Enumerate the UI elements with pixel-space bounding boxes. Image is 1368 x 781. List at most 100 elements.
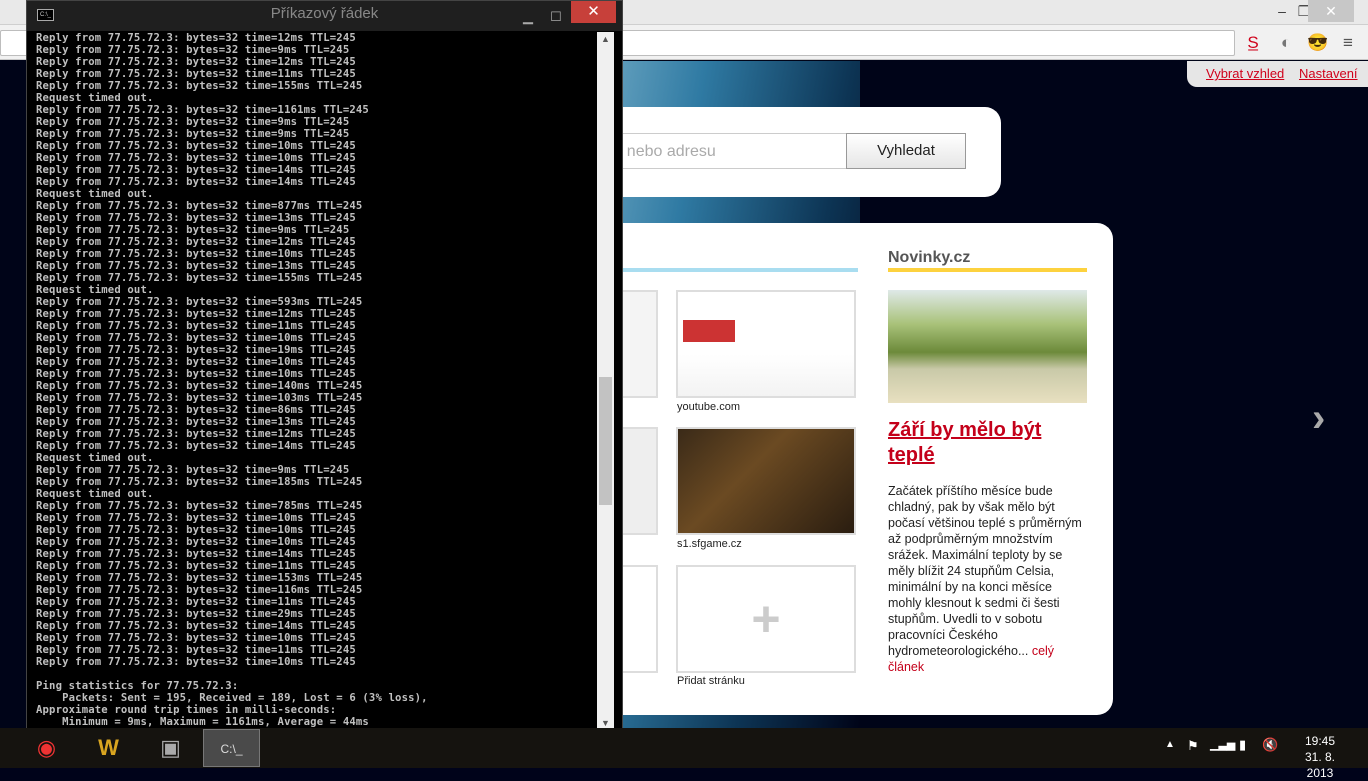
menu-icon[interactable]: ≡	[1338, 33, 1358, 53]
speed-dial-panel: youtube.com s1.sfgame.cz + Přidat stránk…	[560, 223, 1113, 715]
tile-sfgame[interactable]	[676, 427, 856, 535]
section-divider	[620, 268, 858, 272]
console-line: Reply from 77.75.72.3: bytes=32 time=10m…	[36, 140, 356, 152]
extension-s-icon[interactable]: S̲	[1243, 33, 1263, 53]
console-line: Reply from 77.75.72.3: bytes=32 time=14m…	[36, 176, 356, 188]
scroll-down-icon[interactable]: ▼	[597, 718, 614, 728]
scrollbar-thumb[interactable]	[599, 377, 612, 505]
cmd-taskbar-icon[interactable]: C:\_	[203, 729, 260, 767]
console-line: Reply from 77.75.72.3: bytes=32 time=9ms…	[36, 224, 350, 236]
console-line: Reply from 77.75.72.3: bytes=32 time=13m…	[36, 212, 356, 224]
console-line: Packets: Sent = 195, Received = 189, Los…	[36, 692, 428, 704]
maximize-button[interactable]: ☐	[543, 4, 569, 24]
console-line: Reply from 77.75.72.3: bytes=32 time=9ms…	[36, 128, 350, 140]
taskbar: ◉ W ▣ C:\_ ▲ ⚑ ▁▃▅ ▮ 🔇 19:45 31. 8. 2013	[0, 728, 1368, 780]
command-prompt-window: C:\_ Příkazový řádek ▁ ☐ ✕ Reply from 77…	[26, 0, 623, 738]
console-line: Reply from 77.75.72.3: bytes=32 time=10m…	[36, 152, 356, 164]
volume-muted-icon[interactable]: 🔇	[1262, 737, 1278, 753]
scrollbar[interactable]: ▲ ▼	[597, 32, 614, 730]
clock[interactable]: 19:45 31. 8. 2013	[1290, 733, 1350, 781]
console-line: Reply from 77.75.72.3: bytes=32 time=29m…	[36, 608, 356, 620]
console-line: Reply from 77.75.72.3: bytes=32 time=140…	[36, 380, 363, 392]
console-line: Reply from 77.75.72.3: bytes=32 time=116…	[36, 584, 363, 596]
console-line: Reply from 77.75.72.3: bytes=32 time=11m…	[36, 644, 356, 656]
plus-icon: +	[751, 591, 781, 647]
console-line: Reply from 77.75.72.3: bytes=32 time=10m…	[36, 356, 356, 368]
console-line: Reply from 77.75.72.3: bytes=32 time=14m…	[36, 164, 356, 176]
settings-link[interactable]: Nastavení	[1299, 66, 1358, 81]
console-line: Reply from 77.75.72.3: bytes=32 time=103…	[36, 392, 363, 404]
thumbnail-image	[683, 320, 735, 342]
extension-a-icon[interactable]: ◐	[1276, 33, 1296, 53]
console-line: Request timed out.	[36, 284, 154, 296]
console-output[interactable]: Reply from 77.75.72.3: bytes=32 time=12m…	[36, 32, 596, 732]
news-headline[interactable]: Září by mělo být teplé	[888, 418, 1088, 468]
news-source: Novinky.cz	[888, 249, 971, 266]
console-line: Minimum = 9ms, Maximum = 1161ms, Average…	[36, 716, 369, 728]
news-divider	[888, 268, 1087, 272]
console-line: Reply from 77.75.72.3: bytes=32 time=10m…	[36, 656, 356, 668]
next-arrow-icon[interactable]: ›	[1312, 396, 1325, 441]
tile-thumbnail[interactable]	[620, 290, 658, 398]
battery-icon[interactable]: ▮	[1239, 737, 1246, 753]
console-line: Reply from 77.75.72.3: bytes=32 time=11m…	[36, 68, 356, 80]
console-line: Reply from 77.75.72.3: bytes=32 time=12m…	[36, 56, 356, 68]
console-line: Reply from 77.75.72.3: bytes=32 time=10m…	[36, 524, 356, 536]
console-line: Reply from 77.75.72.3: bytes=32 time=10m…	[36, 536, 356, 548]
console-line: Request timed out.	[36, 92, 154, 104]
close-button[interactable]: ✕	[571, 1, 616, 23]
tile-label: youtube.com	[677, 401, 740, 413]
close-button[interactable]: ✕	[1308, 0, 1354, 22]
time: 19:45	[1304, 734, 1336, 748]
console-line: Reply from 77.75.72.3: bytes=32 time=155…	[36, 272, 363, 284]
minimize-button[interactable]: ▁	[515, 4, 541, 24]
console-line: Ping statistics for 77.75.72.3:	[36, 680, 239, 692]
console-line: Reply from 77.75.72.3: bytes=32 time=11m…	[36, 596, 356, 608]
search-input[interactable]: taz nebo adresu	[600, 133, 846, 169]
console-line: Reply from 77.75.72.3: bytes=32 time=155…	[36, 80, 363, 92]
console-line: Reply from 77.75.72.3: bytes=32 time=9ms…	[36, 464, 350, 476]
cmd-titlebar[interactable]: C:\_ Příkazový řádek ▁ ☐ ✕	[27, 1, 622, 31]
world-of-tanks-taskbar-icon[interactable]: ▣	[142, 729, 199, 767]
date: 31. 8. 2013	[1304, 750, 1336, 780]
chrome-taskbar-icon[interactable]: ◉	[18, 729, 75, 767]
extension-smiley-icon[interactable]: 😎	[1307, 33, 1328, 53]
wow-taskbar-icon[interactable]: W	[80, 729, 137, 767]
cmd-title: Příkazový řádek	[270, 5, 379, 22]
console-line: Reply from 77.75.72.3: bytes=32 time=12m…	[36, 308, 356, 320]
choose-theme-link[interactable]: Vybrat vzhled	[1206, 66, 1284, 81]
console-line: Reply from 77.75.72.3: bytes=32 time=14m…	[36, 440, 356, 452]
show-hidden-icons-icon[interactable]: ▲	[1165, 739, 1175, 750]
scroll-up-icon[interactable]: ▲	[597, 34, 614, 44]
console-line: Reply from 77.75.72.3: bytes=32 time=153…	[36, 572, 363, 584]
flag-icon[interactable]: ⚑	[1187, 738, 1199, 754]
console-line: Reply from 77.75.72.3: bytes=32 time=19m…	[36, 344, 356, 356]
console-line: Reply from 77.75.72.3: bytes=32 time=10m…	[36, 632, 356, 644]
console-line: Reply from 77.75.72.3: bytes=32 time=11m…	[36, 560, 356, 572]
tile-youtube[interactable]	[676, 290, 856, 398]
console-line: Reply from 77.75.72.3: bytes=32 time=12m…	[36, 428, 356, 440]
console-line: Reply from 77.75.72.3: bytes=32 time=10m…	[36, 368, 356, 380]
add-page-tile[interactable]: +	[676, 565, 856, 673]
console-line: Request timed out.	[36, 488, 154, 500]
tile-thumbnail[interactable]	[620, 565, 658, 673]
console-line: Reply from 77.75.72.3: bytes=32 time=10m…	[36, 248, 356, 260]
console-line: Reply from 77.75.72.3: bytes=32 time=14m…	[36, 548, 356, 560]
console-line: Reply from 77.75.72.3: bytes=32 time=185…	[36, 476, 363, 488]
tile-thumbnail[interactable]	[620, 427, 658, 535]
news-image[interactable]	[888, 290, 1087, 403]
signal-icon[interactable]: ▁▃▅	[1210, 738, 1235, 751]
console-line: Reply from 77.75.72.3: bytes=32 time=9ms…	[36, 116, 350, 128]
console-line: Request timed out.	[36, 188, 154, 200]
console-line: Reply from 77.75.72.3: bytes=32 time=10m…	[36, 332, 356, 344]
console-line: Reply from 77.75.72.3: bytes=32 time=12m…	[36, 32, 356, 44]
console-line: Reply from 77.75.72.3: bytes=32 time=86m…	[36, 404, 356, 416]
console-line: Reply from 77.75.72.3: bytes=32 time=10m…	[36, 512, 356, 524]
console-line: Reply from 77.75.72.3: bytes=32 time=116…	[36, 104, 369, 116]
console-line: Reply from 77.75.72.3: bytes=32 time=14m…	[36, 620, 356, 632]
console-line: Reply from 77.75.72.3: bytes=32 time=12m…	[36, 236, 356, 248]
console-line: Reply from 77.75.72.3: bytes=32 time=785…	[36, 500, 363, 512]
search-button[interactable]: Vyhledat	[846, 133, 966, 169]
news-text: Začátek příštího měsíce bude chladný, pa…	[888, 484, 1082, 658]
